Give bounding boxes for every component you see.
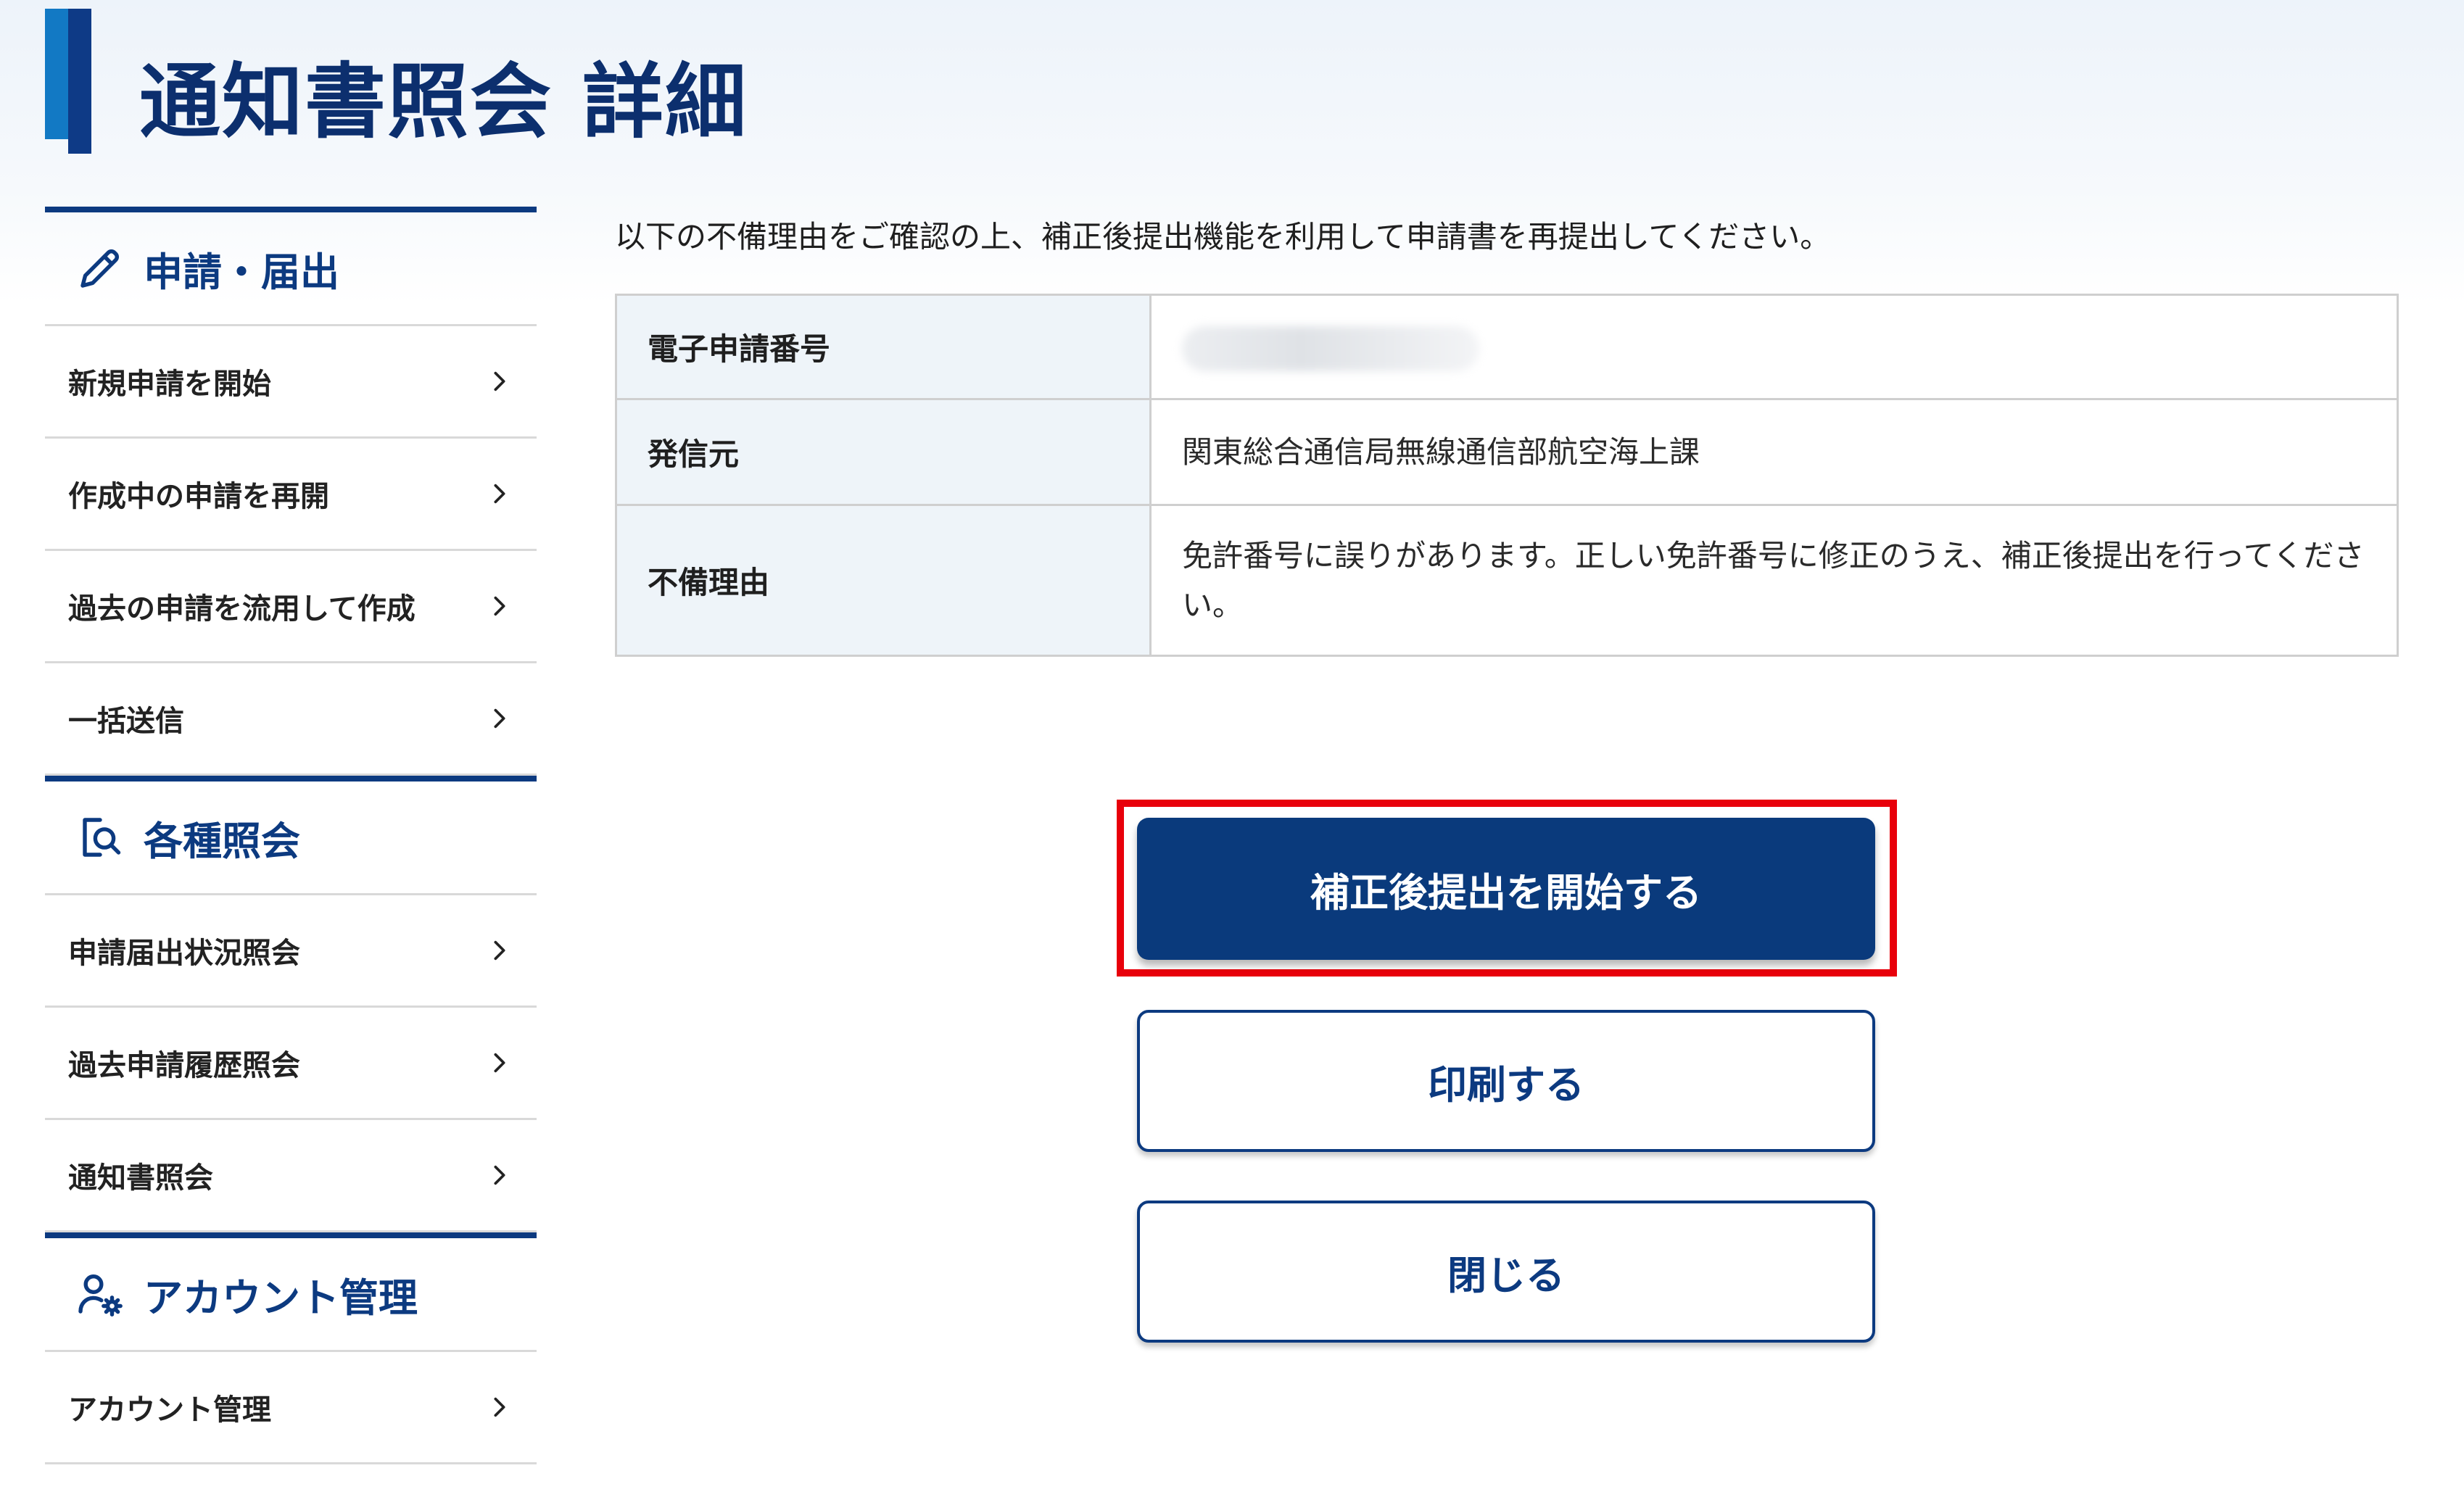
sidebar-item-bulk-send[interactable]: 一括送信 [45, 663, 537, 776]
chevron-right-icon [494, 708, 505, 729]
start-correction-button[interactable]: 補正後提出を開始する [1137, 818, 1875, 960]
sidebar-item-label: 一括送信 [68, 705, 184, 738]
sidebar-item-label: 申請届出状況照会 [68, 937, 300, 970]
title-accent-bar [45, 9, 91, 154]
row-value-application-number [1149, 294, 2399, 400]
chevron-right-icon [494, 371, 505, 391]
sidebar-item-status-inquiry[interactable]: 申請届出状況照会 [45, 895, 537, 1008]
sidebar-item-label: 通知書照会 [68, 1161, 213, 1195]
row-label-deficiency-reason: 不備理由 [615, 504, 1152, 657]
sidebar-section-label: 申請・届出 [144, 249, 339, 295]
sidebar-item-label: 新規申請を開始 [68, 368, 271, 401]
sidebar-section-inquiries: 各種照会 [45, 776, 537, 895]
sidebar-item-notice-inquiry[interactable]: 通知書照会 [45, 1120, 537, 1232]
sidebar-item-history-inquiry[interactable]: 過去申請履歴照会 [45, 1008, 537, 1120]
chevron-right-icon [494, 1397, 505, 1417]
document-search-icon [83, 818, 121, 857]
user-gear-icon [78, 1274, 123, 1317]
sidebar-item-resume-draft[interactable]: 作成中の申請を再開 [45, 439, 537, 551]
sidebar-item-reuse-past-application[interactable]: 過去の申請を流用して作成 [45, 551, 537, 663]
sidebar-item-label: 過去の申請を流用して作成 [68, 592, 416, 626]
sidebar-item-label: 作成中の申請を再開 [68, 480, 329, 513]
sidebar-item-account-management[interactable]: アカウント管理 [45, 1352, 537, 1464]
chevron-right-icon [494, 484, 505, 504]
row-value-sender: 関東総合通信局無線通信部航空海上課 [1149, 398, 2399, 506]
table-row: 不備理由 免許番号に誤りがあります。正しい免許番号に修正のうえ、補正後提出を行っ… [615, 504, 2399, 657]
row-value-deficiency-reason: 免許番号に誤りがあります。正しい免許番号に修正のうえ、補正後提出を行ってください… [1149, 504, 2399, 657]
row-label-application-number: 電子申請番号 [615, 294, 1152, 400]
chevron-right-icon [494, 1053, 505, 1073]
sidebar-item-new-application[interactable]: 新規申請を開始 [45, 326, 537, 439]
row-label-sender: 発信元 [615, 398, 1152, 506]
sidebar-item-label: 過去申請履歴照会 [68, 1049, 300, 1082]
chevron-right-icon [494, 1165, 505, 1185]
sidebar-section-label: 各種照会 [144, 818, 300, 864]
sidebar: 申請・届出 新規申請を開始 作成中の申請を再開 過去の申請を流用して作成 一括送… [45, 207, 537, 1464]
close-button[interactable]: 閉じる [1137, 1201, 1875, 1343]
pencil-icon [80, 249, 119, 288]
notice-detail-table: 電子申請番号 発信元 関東総合通信局無線通信部航空海上課 不備理由 免許番号に誤… [615, 294, 2399, 657]
intro-text: 以下の不備理由をご確認の上、補正後提出機能を利用して申請書を再提出してください。 [615, 219, 1831, 254]
chevron-right-icon [494, 596, 505, 616]
sidebar-section-label: アカウント管理 [144, 1274, 418, 1321]
sidebar-section-application: 申請・届出 [45, 207, 537, 326]
table-row: 発信元 関東総合通信局無線通信部航空海上課 [615, 398, 2399, 506]
sidebar-item-label: アカウント管理 [68, 1393, 271, 1427]
page-title: 通知書照会 詳細 [139, 55, 748, 149]
table-row: 電子申請番号 [615, 294, 2399, 400]
print-button[interactable]: 印刷する [1137, 1010, 1875, 1152]
redacted-value [1182, 326, 1479, 371]
sidebar-section-account: アカウント管理 [45, 1232, 537, 1352]
main-content: 以下の不備理由をご確認の上、補正後提出機能を利用して申請書を再提出してください。… [615, 207, 2399, 657]
chevron-right-icon [494, 940, 505, 961]
